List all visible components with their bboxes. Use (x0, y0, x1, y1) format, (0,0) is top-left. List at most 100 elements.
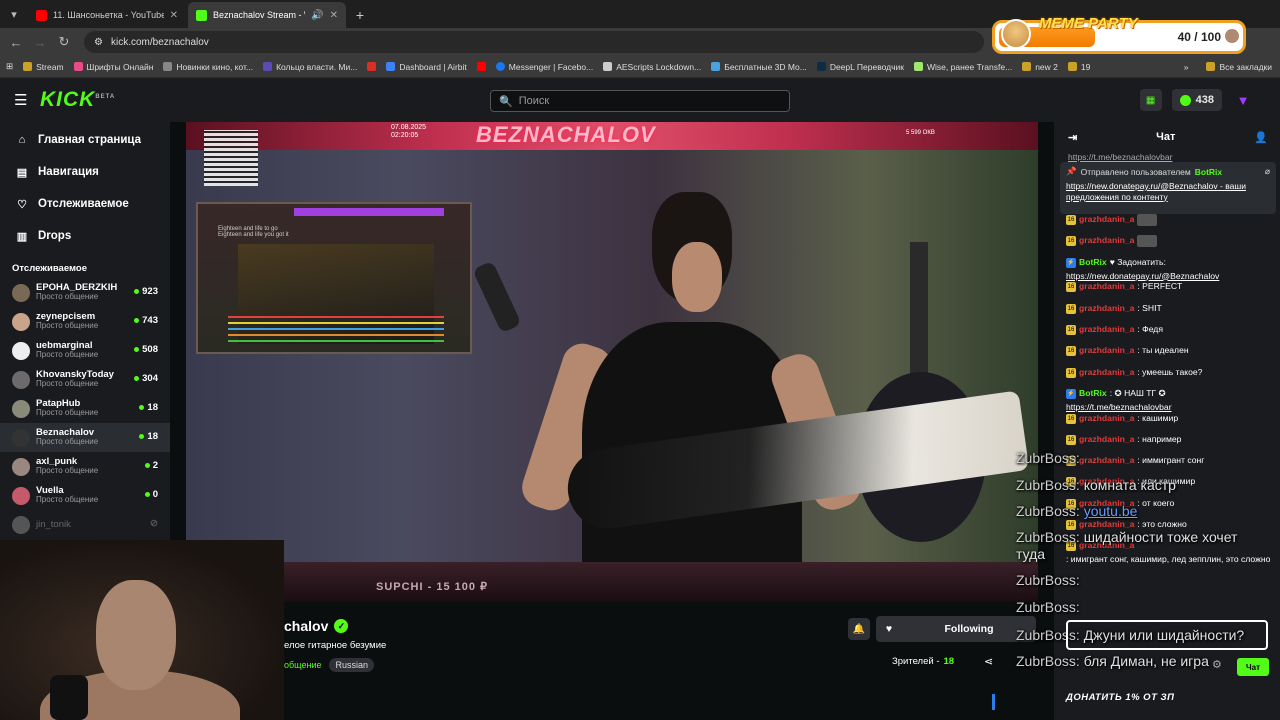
chat-username[interactable]: grazhdanin_a (1079, 324, 1134, 335)
site-info-icon[interactable]: ⚙ (94, 37, 103, 48)
following-item[interactable]: uebmarginal Просто общение 508 (0, 336, 170, 365)
chat-username[interactable]: grazhdanin_a (1079, 367, 1134, 378)
tab-kick[interactable]: Beznachalov Stream - Watc 🔊 ✕ (188, 2, 346, 28)
language-tag[interactable]: Russian (329, 658, 374, 672)
forward-icon[interactable]: → (28, 35, 52, 50)
nav-following[interactable]: ♡ Отслеживаемое (0, 188, 170, 220)
settings-gear-icon[interactable]: ⚙ (1212, 658, 1222, 671)
pinned-link-text: https://new.donatepay.ru/@Beznachalov (1066, 181, 1218, 191)
following-item[interactable]: PatapHub Просто общение 18 (0, 394, 170, 423)
kick-logo[interactable]: KICKBETA (40, 88, 115, 112)
nav-drops[interactable]: ▥ Drops (0, 220, 170, 252)
following-item[interactable]: jin_tonik ⊘ (0, 510, 170, 539)
video-player[interactable]: BEZNACHALOV 07.08.2025 02:20:05 5 599 ОКВ… (186, 122, 1038, 602)
bookmark-item[interactable]: Dashboard | Airbit (386, 62, 467, 72)
chat-username[interactable]: grazhdanin_a (1079, 214, 1134, 225)
audio-icon[interactable]: 🔊 (311, 10, 323, 21)
youtube-favicon-icon (36, 9, 47, 21)
store-icon[interactable]: ▦ (1139, 89, 1162, 111)
chat-username[interactable]: grazhdanin_a (1079, 303, 1134, 314)
apps-icon[interactable]: ⊞ (6, 61, 13, 72)
following-item[interactable]: Vuella Просто общение 0 (0, 481, 170, 510)
bookmark-item-gmail[interactable] (367, 62, 377, 71)
all-bookmarks[interactable]: » Все закладки (1184, 62, 1280, 72)
logo-beta: BETA (95, 94, 116, 100)
nav-label: Отслеживаемое (38, 198, 129, 210)
chat-username[interactable]: BotRix (1079, 388, 1107, 399)
live-dot-icon (139, 434, 145, 439)
bookmark-label: new 2 (1035, 61, 1058, 72)
pinned-link[interactable]: https://new.donatepay.ru/@Beznachalov - … (1066, 181, 1270, 202)
chat-users-icon[interactable]: 👤 (1254, 131, 1268, 144)
chat-username[interactable]: grazhdanin_a (1079, 413, 1134, 424)
viewer-number: 18 (147, 402, 158, 413)
badge-icon: 16 (1066, 346, 1076, 357)
close-tab-icon[interactable]: ✕ (170, 10, 178, 21)
chat-username[interactable]: BotRix (1079, 257, 1107, 268)
bookmark-item[interactable]: DeepL Переводчик (816, 62, 904, 72)
chat-username[interactable]: grazhdanin_a (1079, 345, 1134, 356)
share-icon[interactable]: ⋖ (984, 655, 993, 668)
bookmark-item[interactable]: Wise, ранее Transfe... (914, 62, 1012, 72)
overlay-user: ZubrBoss: (1016, 477, 1080, 493)
bookmark-favicon-icon (603, 62, 613, 71)
channel-name[interactable]: chalov ✓ (284, 618, 349, 634)
bookmark-item[interactable]: Бесплатные 3D Mo... (711, 62, 807, 72)
kick-header: ☰ KICKBETA 🔍 Поиск ▦ 438 ▼ (0, 78, 1280, 122)
bookmark-label: Wise, ранее Transfe... (927, 61, 1013, 72)
kick-coins[interactable]: 438 (1171, 89, 1222, 111)
overlay-chat-line: ZubrBoss: шидайности тоже хочет туда (1016, 529, 1266, 563)
new-tab-icon[interactable]: + (348, 2, 372, 28)
overlay-text: комната кастр (1083, 477, 1176, 493)
chat-text: : ✪ НАШ ТГ ✪ (1109, 387, 1166, 398)
bookmark-item[interactable]: new 2 (1022, 62, 1058, 72)
banner-datetime: 07.08.2025 02:20:05 (391, 124, 426, 139)
chat-link[interactable]: https://t.me/beznachalovbar (1068, 152, 1172, 162)
notification-bell-icon[interactable]: 🔔 (848, 618, 870, 640)
stream-title: елое гитарное безумие (284, 640, 387, 651)
collapse-chat-icon[interactable]: ⇥ (1068, 131, 1077, 144)
back-icon[interactable]: ← (4, 35, 28, 50)
close-tab-icon[interactable]: ✕ (330, 10, 338, 21)
tab-search-icon[interactable]: ▾ (0, 0, 28, 28)
avatar (12, 341, 30, 360)
bookmark-item[interactable]: Messenger | Facebo... (495, 62, 593, 72)
following-item[interactable]: axl_punk Просто общение 2 (0, 452, 170, 481)
chat-link[interactable]: https://t.me/beznachalovbar (1066, 402, 1272, 413)
tab-youtube[interactable]: 11. Шансоньетка - YouTube ✕ (28, 2, 186, 28)
following-item[interactable]: Beznachalov Просто общение 18 (0, 423, 170, 452)
chat-username[interactable]: grazhdanin_a (1079, 455, 1134, 466)
chat-username[interactable]: grazhdanin_a (1079, 235, 1134, 246)
following-viewers: 2 (144, 460, 158, 471)
chat-username[interactable]: grazhdanin_a (1079, 434, 1134, 445)
following-item[interactable]: zeynepcisem Просто общение 743 (0, 307, 170, 336)
bookmark-item-youtube[interactable] (476, 62, 486, 71)
viewers-number: 18 (943, 656, 955, 667)
chat-username[interactable]: grazhdanin_a (1079, 281, 1134, 292)
reload-icon[interactable]: ↻ (52, 34, 76, 50)
following-item[interactable]: KhovanskyToday Просто общение 304 (0, 365, 170, 394)
bookmark-item[interactable]: 19 (1067, 62, 1090, 72)
bookmark-item[interactable]: AEScripts Lockdown... (603, 62, 701, 72)
bookmark-item[interactable]: Новинки кино, кот... (163, 62, 253, 72)
url-field[interactable]: ⚙ kick.com/beznachalov (84, 31, 984, 53)
bookmark-item[interactable]: Шрифты Онлайн (73, 62, 153, 72)
badge-icon: 16 (1066, 367, 1076, 378)
user-avatar-icon[interactable]: ▼ (1232, 89, 1254, 111)
game-lyrics: Eighteen and life to go Eighteen and lif… (218, 226, 289, 238)
unpin-icon[interactable]: ⌀ (1265, 166, 1270, 177)
chat-send-button[interactable]: Чат (1237, 658, 1269, 676)
folder-icon (1067, 62, 1077, 71)
chat-link[interactable]: https://new.donatepay.ru/@Beznachalov (1066, 271, 1272, 282)
nav-browse[interactable]: ▤ Навигация (0, 156, 170, 188)
following-button[interactable]: ♥ Following (876, 616, 1036, 642)
following-item[interactable]: EPOHA_DERZKIH Просто общение 923 (0, 278, 170, 307)
nav-home[interactable]: ⌂ Главная страница (0, 124, 170, 156)
search-input[interactable]: 🔍 Поиск (490, 90, 790, 112)
bookmark-item[interactable]: Кольцо власти. Ми... (263, 62, 357, 72)
avatar (12, 370, 30, 389)
bookmark-favicon-icon (386, 62, 396, 71)
menu-icon[interactable]: ☰ (14, 91, 28, 109)
category-link[interactable]: общение (284, 660, 321, 670)
bookmark-item[interactable]: Stream (23, 62, 64, 72)
